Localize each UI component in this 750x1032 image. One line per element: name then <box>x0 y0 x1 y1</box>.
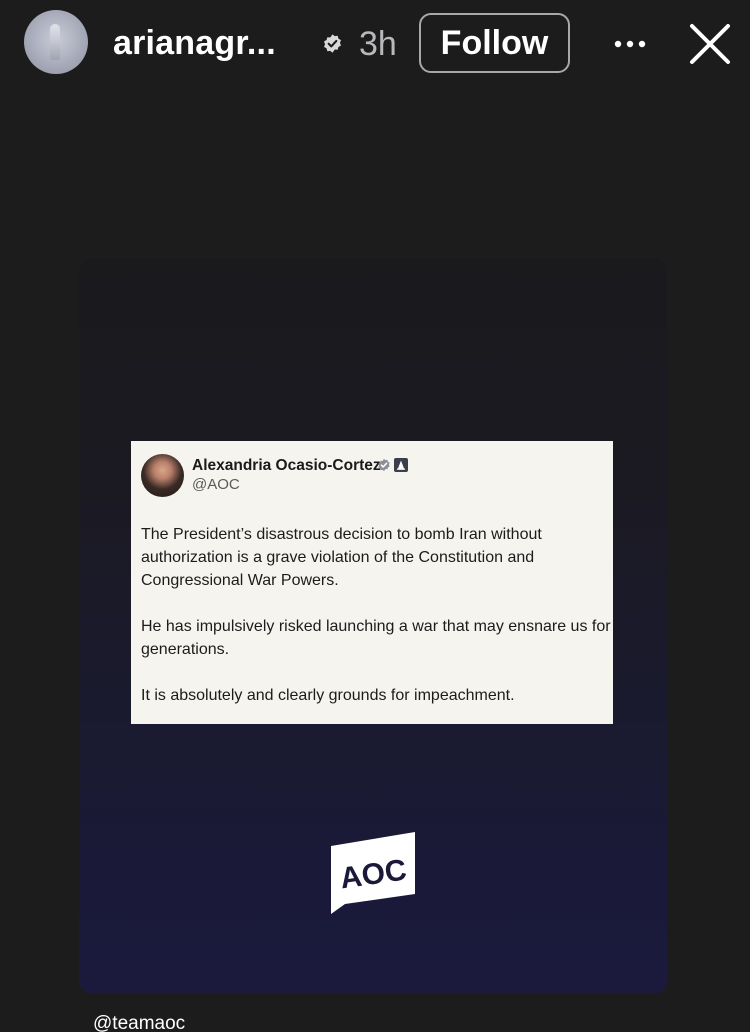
story-header: arianagr... 3h Follow <box>0 0 750 90</box>
close-icon[interactable] <box>686 20 734 68</box>
story-post-card[interactable]: Alexandria Ocasio-Cortez @AOC The Presid… <box>79 258 667 994</box>
tweet-screenshot: Alexandria Ocasio-Cortez @AOC The Presid… <box>131 441 613 724</box>
follow-button[interactable]: Follow <box>419 13 570 73</box>
tweet-body: The President’s disastrous decision to b… <box>141 523 611 730</box>
tweet-author-handle: @AOC <box>192 476 240 493</box>
government-badge-icon <box>394 458 408 472</box>
tweet-author-avatar <box>141 454 184 497</box>
story-viewer: arianagr... 3h Follow Alexandria Ocasio-… <box>0 0 750 1032</box>
username[interactable]: arianagr... <box>113 23 276 63</box>
tweet-author-name: Alexandria Ocasio-Cortez <box>192 457 381 474</box>
profile-avatar[interactable] <box>24 10 88 74</box>
tweet-paragraph: He has impulsively risked launching a wa… <box>141 618 611 658</box>
time-ago: 3h <box>359 25 397 63</box>
tweet-paragraph: The President’s disastrous decision to b… <box>141 526 542 589</box>
verified-badge-icon <box>378 458 390 472</box>
more-options-icon[interactable] <box>606 22 654 66</box>
aoc-logo: AOC <box>331 832 415 914</box>
avatar-figure <box>50 24 60 60</box>
mention-tag[interactable]: @teamaoc <box>93 1013 185 1032</box>
tweet-paragraph: It is absolutely and clearly grounds for… <box>141 687 515 704</box>
verified-badge-icon <box>324 34 341 53</box>
